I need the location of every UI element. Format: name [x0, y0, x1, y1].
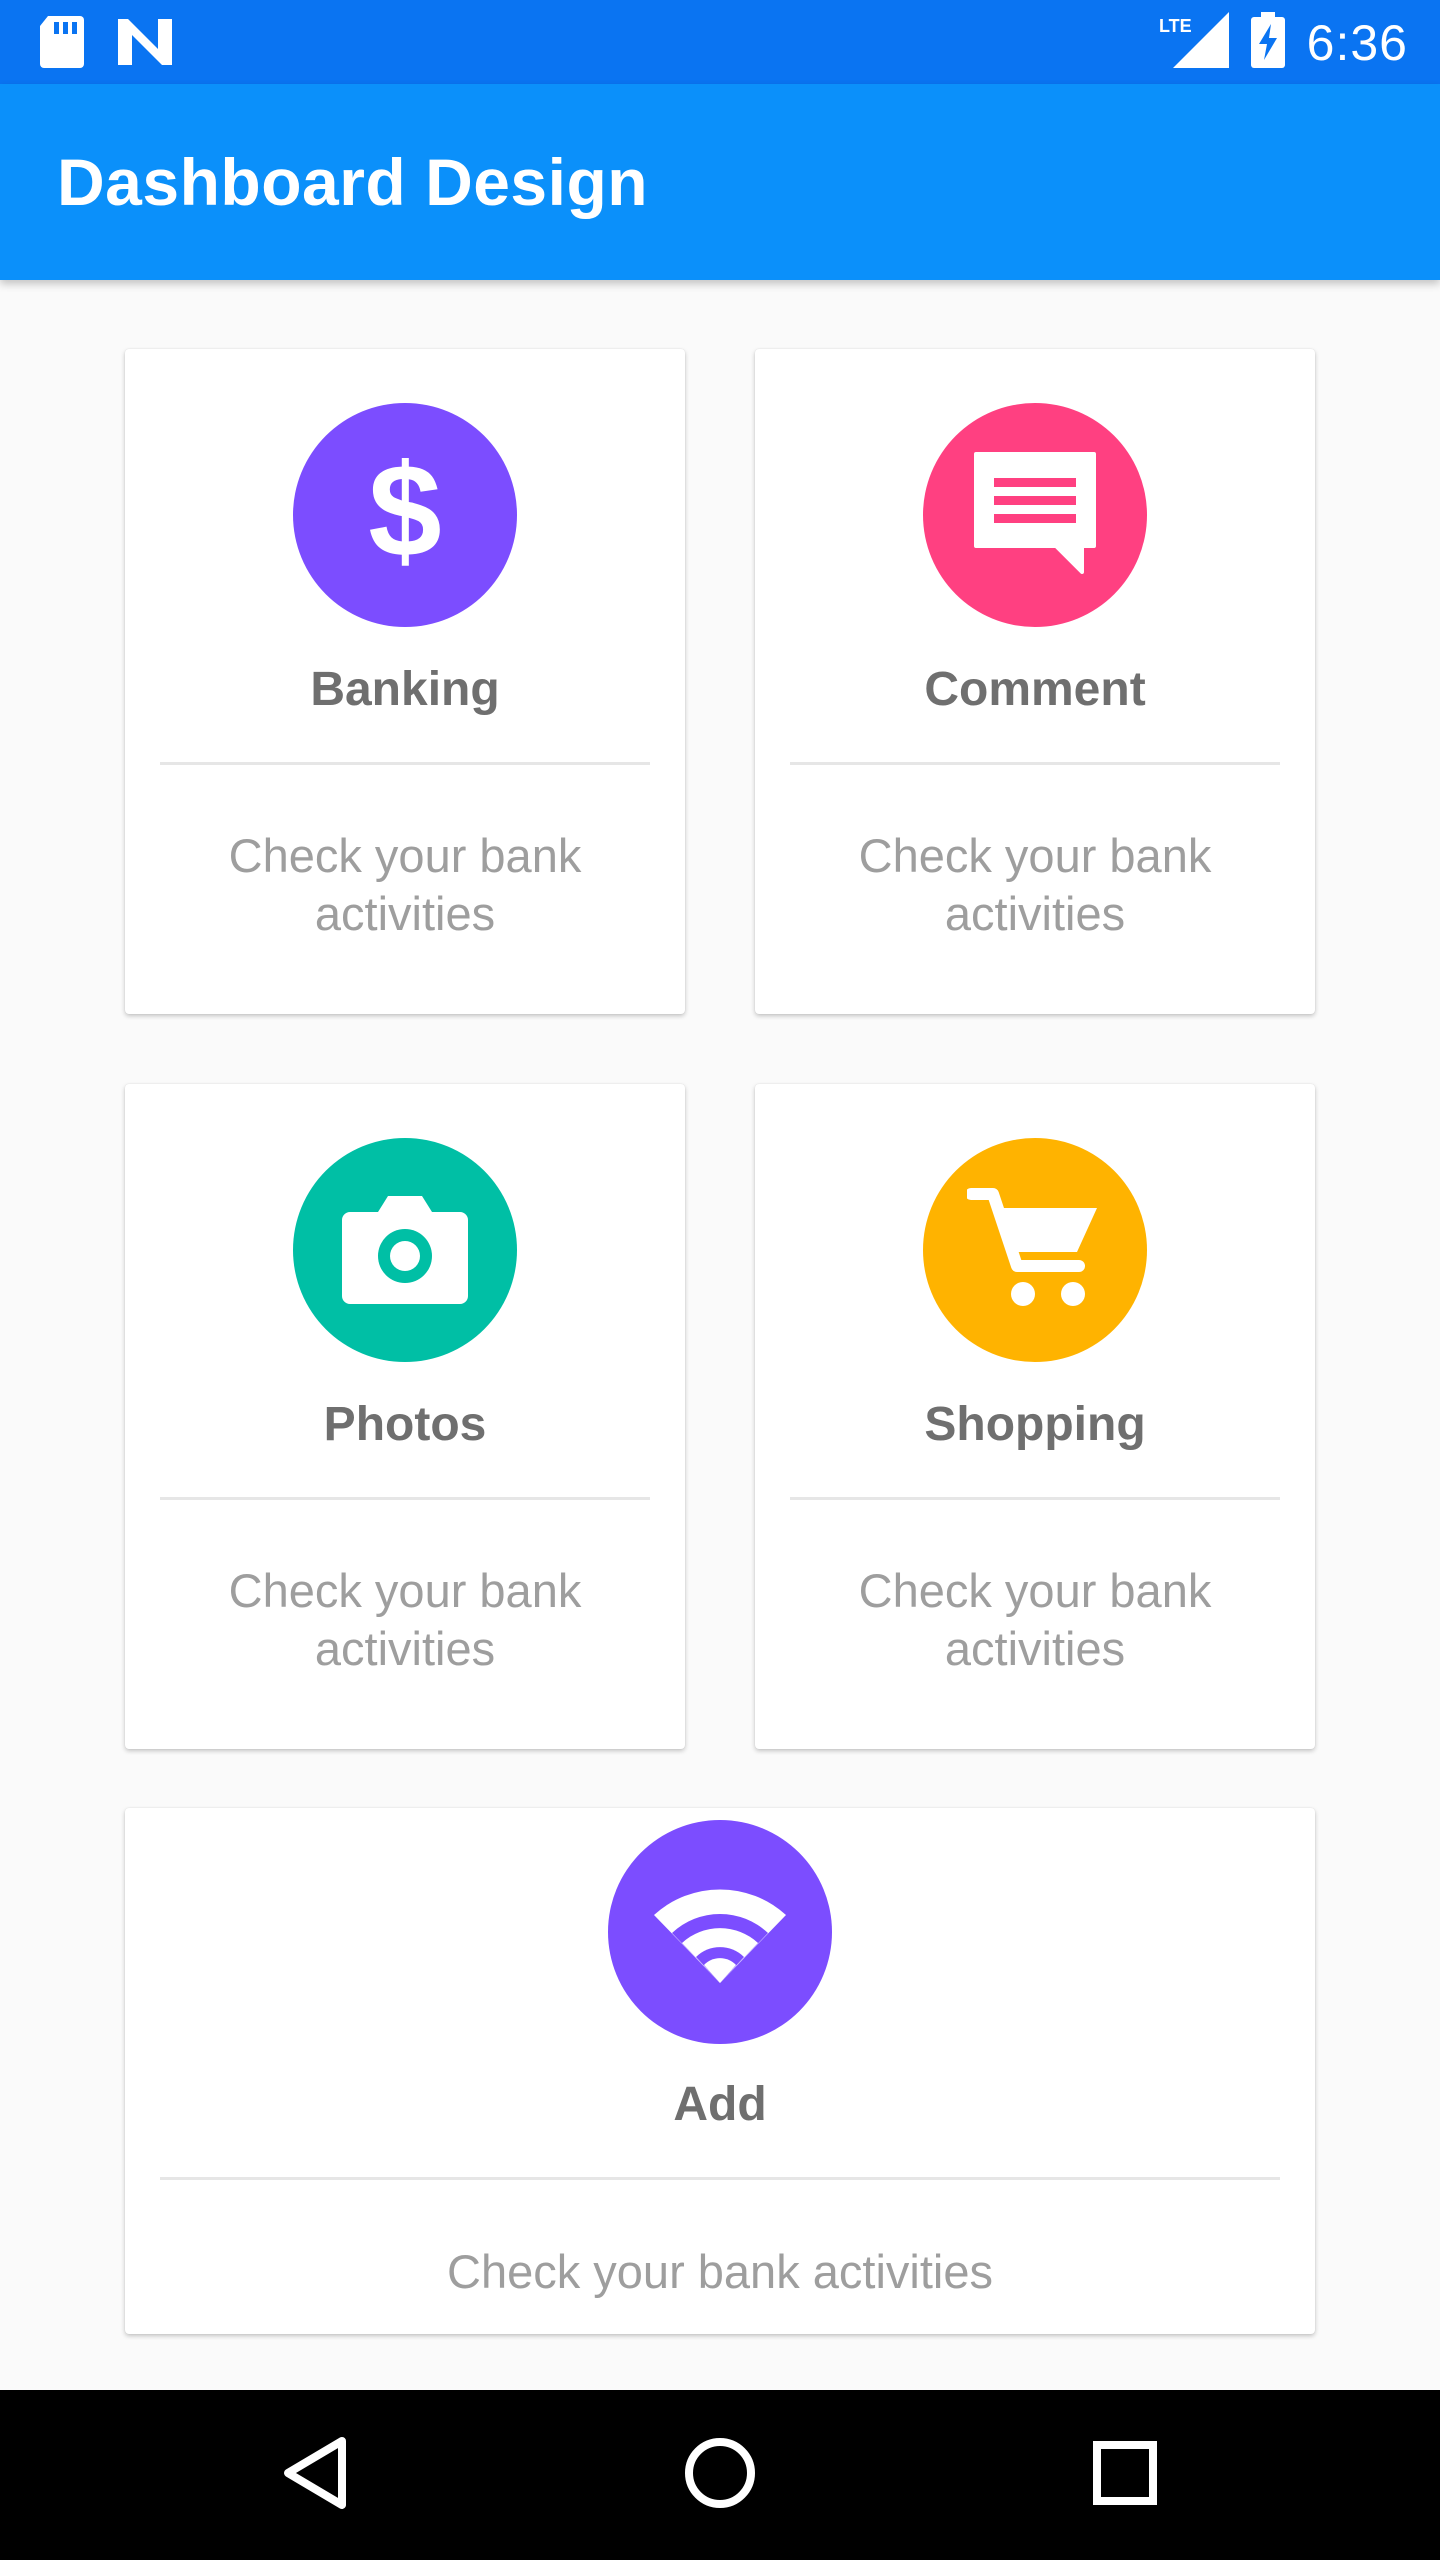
- card-divider: [790, 1497, 1280, 1500]
- card-photos[interactable]: Photos Check your bank activities: [125, 1084, 685, 1749]
- status-bar: LTE 6:36: [0, 0, 1440, 84]
- card-description-line1: Check your bank: [228, 829, 582, 882]
- svg-text:LTE: LTE: [1159, 16, 1192, 36]
- card-title: Banking: [310, 663, 500, 716]
- battery-charging-icon: [1250, 12, 1285, 73]
- add-icon-circle: [608, 1820, 832, 2044]
- home-button[interactable]: [675, 2430, 765, 2520]
- card-divider: [160, 2177, 1280, 2180]
- card-divider: [160, 762, 650, 765]
- card-description: Check your bank activities: [125, 827, 685, 943]
- home-icon: [683, 2436, 757, 2515]
- card-description: Check your bank activities: [447, 2245, 993, 2298]
- sd-card-icon: [40, 16, 84, 73]
- recents-icon: [1092, 2440, 1158, 2511]
- card-description: Check your bank activities: [755, 1562, 1315, 1678]
- card-description: Check your bank activities: [755, 827, 1315, 943]
- photos-icon-circle: [293, 1138, 517, 1362]
- card-shopping[interactable]: Shopping Check your bank activities: [755, 1084, 1315, 1749]
- card-title: Photos: [323, 1398, 487, 1451]
- dollar-icon: $: [355, 437, 455, 584]
- card-title: Comment: [924, 663, 1146, 716]
- card-title: Shopping: [924, 1398, 1146, 1451]
- card-divider: [160, 1497, 650, 1500]
- shopping-icon-circle: [923, 1138, 1147, 1362]
- app-bar: Dashboard Design: [0, 84, 1440, 280]
- back-button[interactable]: [270, 2430, 360, 2520]
- card-description-line2: activities: [944, 887, 1126, 940]
- card-title: Add: [673, 2078, 767, 2131]
- svg-text:$: $: [368, 448, 441, 578]
- back-icon: [280, 2435, 350, 2516]
- status-right-icons: LTE 6:36: [1159, 12, 1408, 73]
- card-description-line2: activities: [314, 887, 496, 940]
- card-banking[interactable]: $ Banking Check your bank activities: [125, 349, 685, 1014]
- app-title: Dashboard Design: [57, 145, 649, 219]
- navigation-bar: [0, 2390, 1440, 2560]
- card-description-line1: Check your bank: [858, 1564, 1212, 1617]
- card-description: Check your bank activities: [125, 1562, 685, 1678]
- card-divider: [790, 762, 1280, 765]
- dashboard-content: $ Banking Check your bank activities Com…: [0, 280, 1440, 2390]
- banking-icon-circle: $: [293, 403, 517, 627]
- card-add[interactable]: Add Check your bank activities: [125, 1808, 1315, 2334]
- card-description-line1: Check your bank: [858, 829, 1212, 882]
- status-left-icons: [40, 16, 172, 73]
- comment-icon: [970, 448, 1100, 583]
- card-description-line2: activities: [944, 1622, 1126, 1675]
- n-icon: [118, 19, 172, 70]
- recents-button[interactable]: [1080, 2430, 1170, 2520]
- card-comment[interactable]: Comment Check your bank activities: [755, 349, 1315, 1014]
- cart-icon: [965, 1180, 1103, 1321]
- card-description-line2: activities: [314, 1622, 496, 1675]
- status-time: 6:36: [1306, 14, 1408, 71]
- wifi-icon: [650, 1875, 790, 1990]
- card-description-line1: Check your bank: [228, 1564, 582, 1617]
- camera-icon: [340, 1188, 470, 1313]
- comment-icon-circle: [923, 403, 1147, 627]
- lte-signal-icon: LTE: [1159, 12, 1229, 73]
